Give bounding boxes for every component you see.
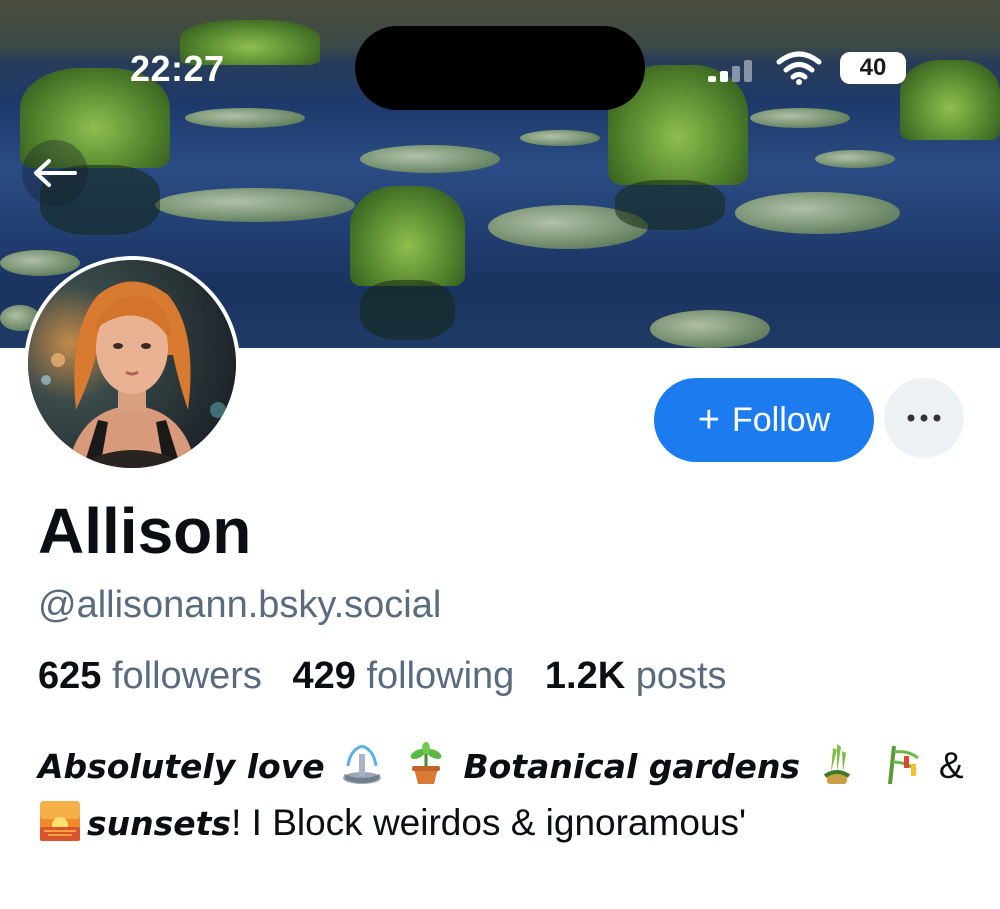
plus-icon: + (697, 399, 720, 441)
follow-button[interactable]: + Follow (654, 378, 874, 462)
lily-pad (815, 150, 895, 168)
following-count: 429 (292, 655, 356, 697)
posts-stat: 1.2K posts (545, 655, 727, 697)
back-arrow-icon (34, 159, 77, 187)
lily-pad (0, 250, 80, 276)
avatar-portrait (28, 260, 236, 468)
bio-text-5: ! I Block weirdos & ignoramous' (231, 802, 747, 843)
posts-count: 1.2K (544, 655, 626, 697)
plant-reflection (360, 280, 455, 340)
tanabata-tree-emoji (887, 745, 919, 785)
posts-label: posts (635, 655, 727, 697)
fountain-emoji (342, 744, 381, 784)
wifi-icon (776, 51, 822, 85)
water-plant (900, 60, 1000, 140)
more-dots-icon (907, 414, 941, 422)
bio-text-2: Botanical gardens (463, 747, 801, 786)
followers-label: followers (111, 655, 262, 697)
profile-bio: Absolutely love Botanical gardens & suns… (38, 738, 978, 852)
following-label: following (366, 655, 515, 697)
back-button[interactable] (22, 140, 88, 206)
lily-pad (185, 108, 305, 128)
profile-stats: 625 followers 429 following 1.2K posts (38, 655, 747, 698)
lily-pad (650, 310, 770, 348)
lily-pad (520, 130, 600, 146)
following-stat[interactable]: 429 following (292, 655, 524, 697)
dynamic-island (355, 26, 645, 110)
kadomatsu-emoji (824, 744, 851, 784)
signal-icon (708, 60, 758, 82)
followers-stat[interactable]: 625 followers (38, 655, 272, 697)
status-time: 22:27 (130, 48, 225, 89)
potted-plant-emoji (410, 742, 442, 784)
battery-level: 40 (859, 54, 887, 81)
lily-pad (360, 145, 500, 173)
avatar[interactable] (24, 256, 240, 472)
lily-pad (750, 108, 850, 128)
battery-icon: 40 (840, 52, 906, 84)
more-options-button[interactable] (884, 378, 964, 458)
lily-pad (155, 188, 355, 222)
sunset-emoji (40, 801, 80, 841)
lily-pad (735, 192, 900, 234)
display-name: Allison (38, 495, 252, 567)
plant-reflection (615, 180, 725, 230)
followers-count: 625 (38, 655, 102, 697)
follow-label: Follow (731, 400, 831, 439)
bio-text-1: Absolutely love (38, 747, 325, 786)
bio-text-4: sunsets (87, 804, 232, 843)
profile-handle[interactable]: @allisonann.bsky.social (38, 584, 441, 627)
bio-text-3: & (938, 745, 964, 786)
water-plant (350, 186, 465, 286)
